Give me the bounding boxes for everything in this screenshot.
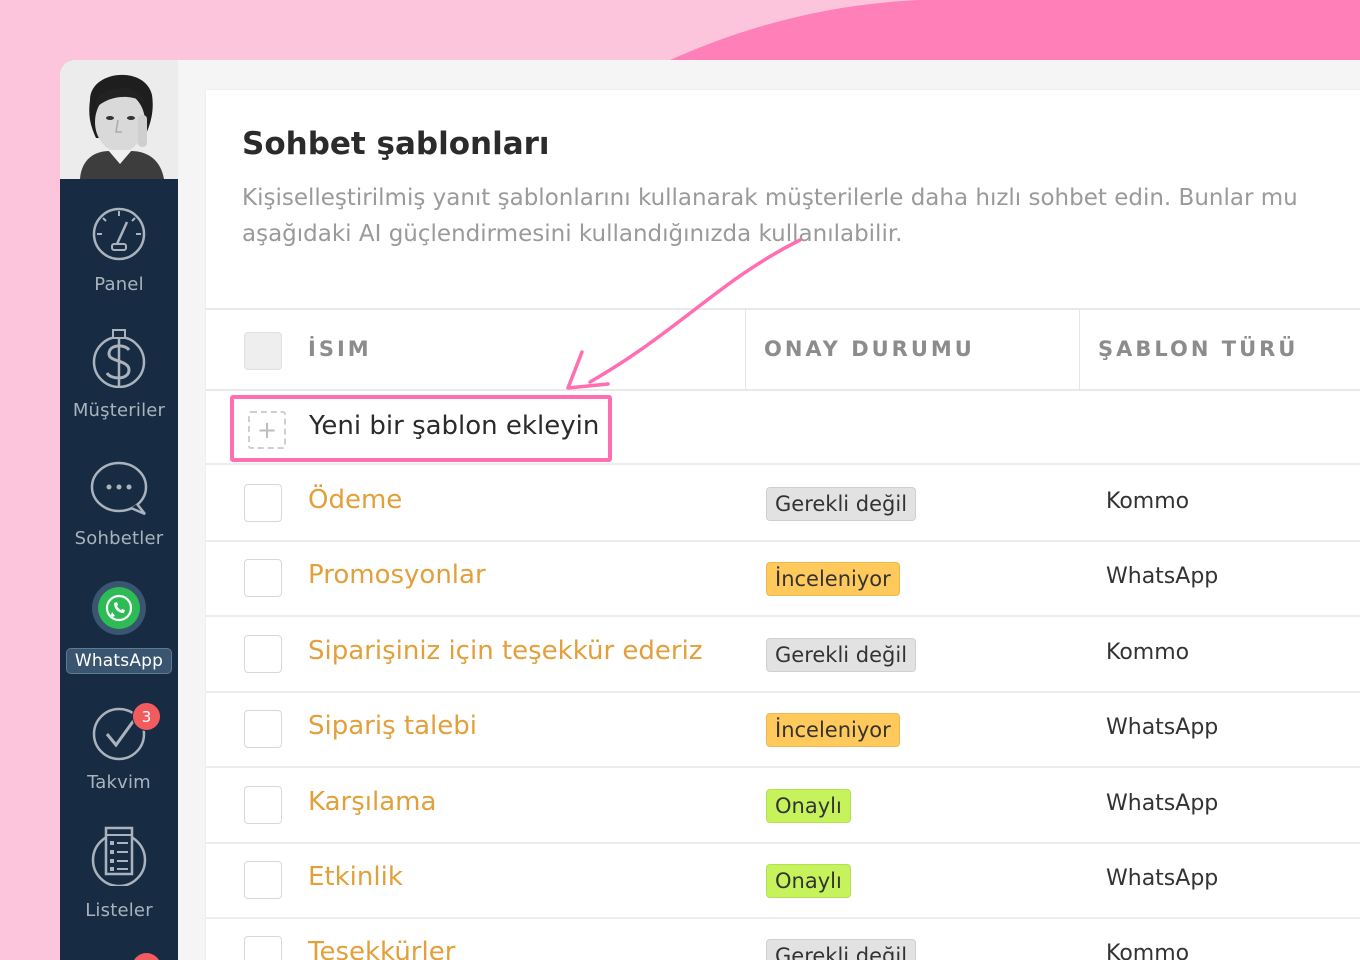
notification-badge-partial bbox=[132, 953, 161, 960]
template-name-link[interactable]: Teşekkürler bbox=[308, 937, 455, 960]
sidebar-item-label: Listeler bbox=[85, 900, 153, 921]
column-header-approval[interactable]: ONAY DURUMU bbox=[764, 337, 975, 361]
sidebar-item-label: WhatsApp bbox=[66, 648, 172, 674]
page-title: Sohbet şablonları bbox=[242, 126, 550, 162]
table-row[interactable]: Karşılama Onaylı WhatsApp bbox=[206, 769, 1360, 844]
add-template-button[interactable]: + Yeni bir şablon ekleyin bbox=[230, 395, 612, 462]
dollar-icon bbox=[92, 329, 146, 388]
sidebar-item-label: Takvim bbox=[87, 772, 151, 793]
template-type: Kommo bbox=[1106, 941, 1190, 960]
select-all-checkbox[interactable] bbox=[244, 332, 282, 370]
template-type: WhatsApp bbox=[1106, 715, 1219, 741]
status-badge: Onaylı bbox=[766, 864, 851, 898]
row-checkbox[interactable] bbox=[244, 785, 282, 824]
sidebar: Panel Müşteriler Sohbetler WhatsApp 3 Ta… bbox=[60, 60, 178, 960]
status-badge: Gerekli değil bbox=[766, 487, 917, 521]
template-name-link[interactable]: Karşılama bbox=[308, 787, 436, 817]
template-type: Kommo bbox=[1106, 489, 1190, 514]
whatsapp-icon bbox=[92, 581, 146, 635]
sidebar-item-label: Sohbetler bbox=[74, 528, 164, 549]
status-badge: İnceleniyor bbox=[766, 713, 900, 748]
table-row[interactable]: Promosyonlar İnceleniyor WhatsApp bbox=[206, 542, 1360, 618]
template-name-link[interactable]: Sipariş talebi bbox=[308, 711, 477, 741]
sidebar-item-label: Müşteriler bbox=[72, 400, 166, 421]
user-photo bbox=[60, 60, 178, 179]
status-badge: Onaylı bbox=[766, 788, 851, 823]
add-template-label: Yeni bir şablon ekleyin bbox=[309, 411, 600, 441]
notification-badge: 3 bbox=[132, 702, 161, 731]
table-header: İSIM ONAY DURUMU ŞABLON TÜRÜ bbox=[206, 308, 1360, 391]
table-row[interactable]: Siparişiniz için teşekkür ederiz Gerekli … bbox=[206, 618, 1360, 693]
table-row[interactable]: Ödeme Gerekli değil Kommo bbox=[206, 467, 1360, 542]
template-type: WhatsApp bbox=[1106, 790, 1219, 816]
row-checkbox[interactable] bbox=[244, 861, 282, 899]
row-checkbox[interactable] bbox=[244, 559, 282, 598]
plus-icon: + bbox=[248, 411, 286, 449]
table-row[interactable]: Teşekkürler Gerekli değil Kommo bbox=[206, 919, 1360, 960]
sidebar-item-label: Panel bbox=[94, 274, 144, 295]
speedometer-icon bbox=[92, 207, 146, 261]
template-type: Kommo bbox=[1106, 639, 1190, 665]
avatar[interactable] bbox=[60, 60, 178, 179]
template-type: WhatsApp bbox=[1106, 866, 1219, 891]
row-checkbox[interactable] bbox=[244, 484, 282, 522]
list-icon bbox=[91, 826, 147, 886]
template-type: WhatsApp bbox=[1106, 564, 1219, 590]
row-checkbox[interactable] bbox=[244, 710, 282, 749]
row-checkbox[interactable] bbox=[244, 634, 282, 673]
column-header-name[interactable]: İSIM bbox=[308, 337, 372, 361]
column-divider bbox=[1079, 310, 1080, 391]
column-divider bbox=[745, 310, 746, 391]
row-checkbox[interactable] bbox=[244, 936, 282, 960]
status-badge: İnceleniyor bbox=[766, 562, 900, 597]
template-name-link[interactable]: Etkinlik bbox=[308, 862, 403, 892]
status-badge: Gerekli değil bbox=[766, 637, 917, 672]
column-header-type[interactable]: ŞABLON TÜRÜ bbox=[1098, 337, 1298, 361]
chat-bubble-icon bbox=[90, 461, 148, 516]
template-name-link[interactable]: Siparişiniz için teşekkür ederiz bbox=[308, 636, 702, 666]
template-name-link[interactable]: Ödeme bbox=[308, 485, 402, 515]
templates-card: Sohbet şablonları Kişiselleştirilmiş yan… bbox=[206, 90, 1360, 960]
table-row[interactable]: Etkinlik Onaylı WhatsApp bbox=[206, 844, 1360, 919]
page-description: Kişiselleştirilmiş yanıt şablonlarını ku… bbox=[242, 185, 1298, 247]
status-badge: Gerekli değil bbox=[766, 939, 917, 960]
app-window: Panel Müşteriler Sohbetler WhatsApp 3 Ta… bbox=[60, 60, 1360, 960]
template-name-link[interactable]: Promosyonlar bbox=[308, 560, 486, 590]
table-row[interactable]: Sipariş talebi İnceleniyor WhatsApp bbox=[206, 693, 1360, 769]
